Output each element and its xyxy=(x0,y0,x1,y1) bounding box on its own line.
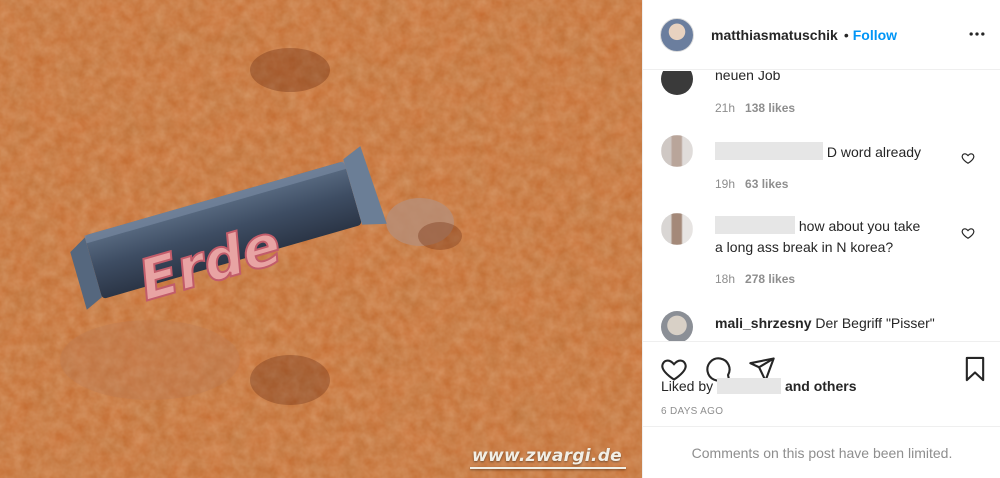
likes-summary: Liked by and others xyxy=(661,378,857,394)
post-actions: Liked by and others 6 DAYS AGO xyxy=(643,341,1000,426)
post-photo[interactable]: Erde www.zwargi.de xyxy=(0,0,642,478)
commenter-avatar[interactable] xyxy=(661,213,693,245)
commenter-avatar[interactable] xyxy=(661,71,693,95)
follow-button[interactable]: Follow xyxy=(853,27,897,43)
heart-icon[interactable] xyxy=(961,151,975,165)
comment-meta: 21h 138 likes xyxy=(715,101,795,115)
commenter-username[interactable]: mali_shrzesny xyxy=(715,315,812,331)
header-separator: • xyxy=(843,26,849,43)
comment-item: D word already 19h 63 likes xyxy=(643,135,1000,195)
commenter-avatar[interactable] xyxy=(661,311,693,341)
commenter-avatar[interactable] xyxy=(661,135,693,167)
watermark: www.zwargi.de xyxy=(472,446,622,466)
comment-text-line2: a long ass break in N korea? xyxy=(715,239,894,255)
comment-text: neuen Job xyxy=(715,71,781,83)
comment-meta: 18h 278 likes xyxy=(715,272,795,286)
comments-list[interactable]: neuen Job 21h 138 likes D word already 19… xyxy=(643,71,1000,341)
post-age[interactable]: 6 DAYS AGO xyxy=(661,406,723,417)
comment-item: neuen Job 21h 138 likes xyxy=(643,71,1000,115)
comment-text: Der Begriff "Pisser" xyxy=(815,315,935,331)
post-header: matthiasmatuschik • Follow xyxy=(643,0,1000,70)
bookmark-icon[interactable] xyxy=(961,355,989,383)
author-username[interactable]: matthiasmatuschik xyxy=(711,27,838,43)
comment-body: mali_shrzesny Der Begriff "Pisser" xyxy=(715,313,975,334)
redacted-username xyxy=(715,142,823,160)
watermark-underline xyxy=(470,467,626,469)
comment-likes[interactable]: 278 likes xyxy=(745,272,795,286)
comment-likes[interactable]: 63 likes xyxy=(745,177,788,191)
comment-text: D word already xyxy=(826,144,922,160)
likes-others-link[interactable]: and others xyxy=(785,378,857,394)
redacted-username xyxy=(715,216,795,234)
author-avatar[interactable] xyxy=(660,17,694,52)
heart-icon[interactable] xyxy=(961,226,975,240)
comment-time[interactable]: 18h xyxy=(715,272,735,286)
comment-time[interactable]: 21h xyxy=(715,101,735,115)
comment-item: mali_shrzesny Der Begriff "Pisser" xyxy=(643,309,1000,341)
more-icon[interactable] xyxy=(967,24,987,44)
comments-limited-notice: Comments on this post have been limited. xyxy=(643,426,1000,478)
redacted-liker xyxy=(717,378,782,394)
photo-image xyxy=(0,0,642,478)
comment-text-line1: how about you take xyxy=(798,218,921,234)
comment-item: how about you take a long ass break in N… xyxy=(643,211,1000,291)
comment-time[interactable]: 19h xyxy=(715,177,735,191)
likes-prefix: Liked by xyxy=(661,378,714,394)
comment-likes[interactable]: 138 likes xyxy=(745,101,795,115)
comment-meta: 19h 63 likes xyxy=(715,177,788,191)
comment-body: how about you take a long ass break in N… xyxy=(715,216,975,258)
post-side-panel: matthiasmatuschik • Follow neuen Job 21h… xyxy=(642,0,1000,478)
comment-body: D word already xyxy=(715,142,955,163)
